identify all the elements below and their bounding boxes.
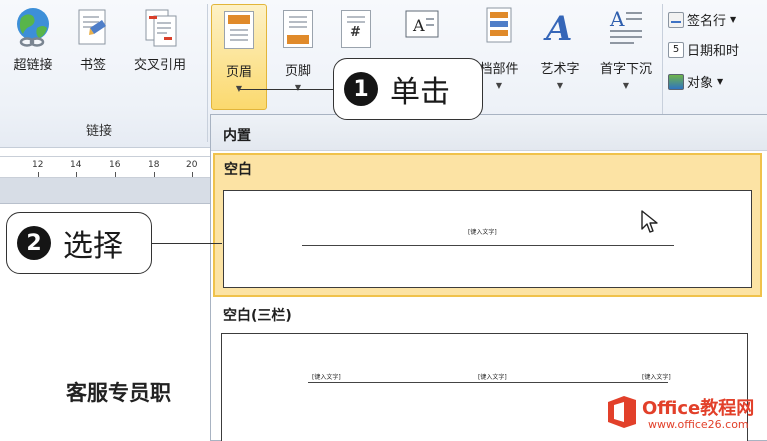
quick-parts-label: 档部件 <box>479 62 519 77</box>
svg-text:A: A <box>412 16 425 35</box>
gallery-item-name: 空白(三栏) <box>223 308 292 324</box>
date-time-icon: 5 <box>668 41 684 58</box>
ruler-tick: 16 <box>109 160 121 170</box>
chevron-down-icon: ▼ <box>717 77 724 86</box>
svg-text:A: A <box>609 7 625 31</box>
gallery-section-title: 内置 <box>223 128 251 144</box>
wordart-icon: A <box>543 9 572 46</box>
callout-select: 2 选择 <box>6 212 152 274</box>
placeholder-text: [键入文字] <box>478 374 507 381</box>
date-time-label: 日期和时 <box>687 44 740 59</box>
placeholder-text: [键入文字] <box>642 374 671 381</box>
bookmark-icon <box>78 9 106 45</box>
drop-cap-button[interactable]: A 首字下沉 ▼ <box>592 6 660 112</box>
header-preview-thumbnail: [键入文字] <box>223 190 752 288</box>
gallery-section-header: 内置 <box>211 115 767 151</box>
chevron-down-icon: ▼ <box>495 81 503 90</box>
chevron-down-icon: ▼ <box>622 81 630 90</box>
chevron-down-icon: ▼ <box>556 81 564 90</box>
cross-reference-icon <box>145 9 177 47</box>
bookmark-button[interactable]: 书签 <box>70 6 116 86</box>
callout-text: 单击 <box>390 75 450 110</box>
header-label: 页眉 <box>225 65 252 80</box>
placeholder-text: [键入文字] <box>468 229 497 236</box>
document-title: 客服专员职 <box>66 381 171 405</box>
header-icon <box>224 11 254 49</box>
wordart-button[interactable]: A 艺术字 ▼ <box>532 6 588 112</box>
globe-link-icon <box>17 8 49 47</box>
gallery-item-blank[interactable]: 空白 [键入文字] <box>213 153 762 297</box>
hyperlink-label: 超链接 <box>13 58 53 73</box>
callout-click: 1 单击 <box>333 58 483 120</box>
object-icon <box>668 73 684 90</box>
ruler-tick: 20 <box>186 160 198 170</box>
footer-icon <box>283 10 313 48</box>
office-logo-icon <box>608 396 636 428</box>
placeholder-text: [键入文字] <box>312 374 341 381</box>
object-button[interactable]: 对象 ▼ <box>668 72 723 91</box>
gallery-item-name: 空白 <box>224 162 252 178</box>
ruler-band <box>0 178 212 204</box>
ruler-tick: 18 <box>148 160 160 170</box>
chevron-down-icon: ▼ <box>294 83 302 92</box>
horizontal-ruler: 12 14 16 18 20 <box>0 156 212 178</box>
callout-leader-line <box>240 89 334 90</box>
watermark-url: www.office26.com <box>648 418 749 431</box>
footer-button[interactable]: 页脚 ▼ <box>273 4 323 110</box>
mouse-pointer-icon <box>641 210 658 233</box>
chevron-down-icon: ▼ <box>730 15 737 24</box>
hyperlink-button[interactable]: 超链接 <box>4 6 62 86</box>
ruler-tick: 12 <box>32 160 44 170</box>
step-number-badge: 2 <box>17 226 51 260</box>
wordart-label: 艺术字 <box>540 62 580 77</box>
ruler-tick: 14 <box>70 160 82 170</box>
watermark-title: Office教程网 <box>642 398 755 419</box>
bookmark-label: 书签 <box>79 58 106 73</box>
cross-reference-label: 交叉引用 <box>133 58 186 73</box>
signature-line-label: 签名行 <box>687 14 727 29</box>
svg-text:A: A <box>543 9 572 46</box>
footer-label: 页脚 <box>284 64 311 79</box>
step-number-badge: 1 <box>344 72 378 106</box>
quick-parts-icon <box>486 7 512 43</box>
signature-line-icon <box>668 11 684 28</box>
date-time-button[interactable]: 5 日期和时 <box>668 40 739 59</box>
cross-reference-button[interactable]: 交叉引用 <box>122 6 198 86</box>
page-number-icon: # <box>341 10 371 48</box>
links-group-label: 链接 <box>86 124 113 139</box>
callout-leader-line <box>150 243 222 244</box>
drop-cap-icon: A <box>609 7 642 44</box>
object-label: 对象 <box>687 76 714 91</box>
screenshot-stage: 超链接 书签 交叉引用 链接 页眉 ▼ 页脚 ▼ # A 档部件 ▼ A 艺术字… <box>0 0 767 441</box>
signature-line-button[interactable]: 签名行 ▼ <box>668 10 736 29</box>
group-separator <box>207 4 208 142</box>
header-button[interactable]: 页眉 ▼ <box>211 4 267 110</box>
callout-text: 选择 <box>63 229 123 264</box>
drop-cap-label: 首字下沉 <box>599 62 652 77</box>
text-box-icon: A <box>405 10 439 38</box>
watermark: Office教程网 www.office26.com <box>598 392 767 441</box>
